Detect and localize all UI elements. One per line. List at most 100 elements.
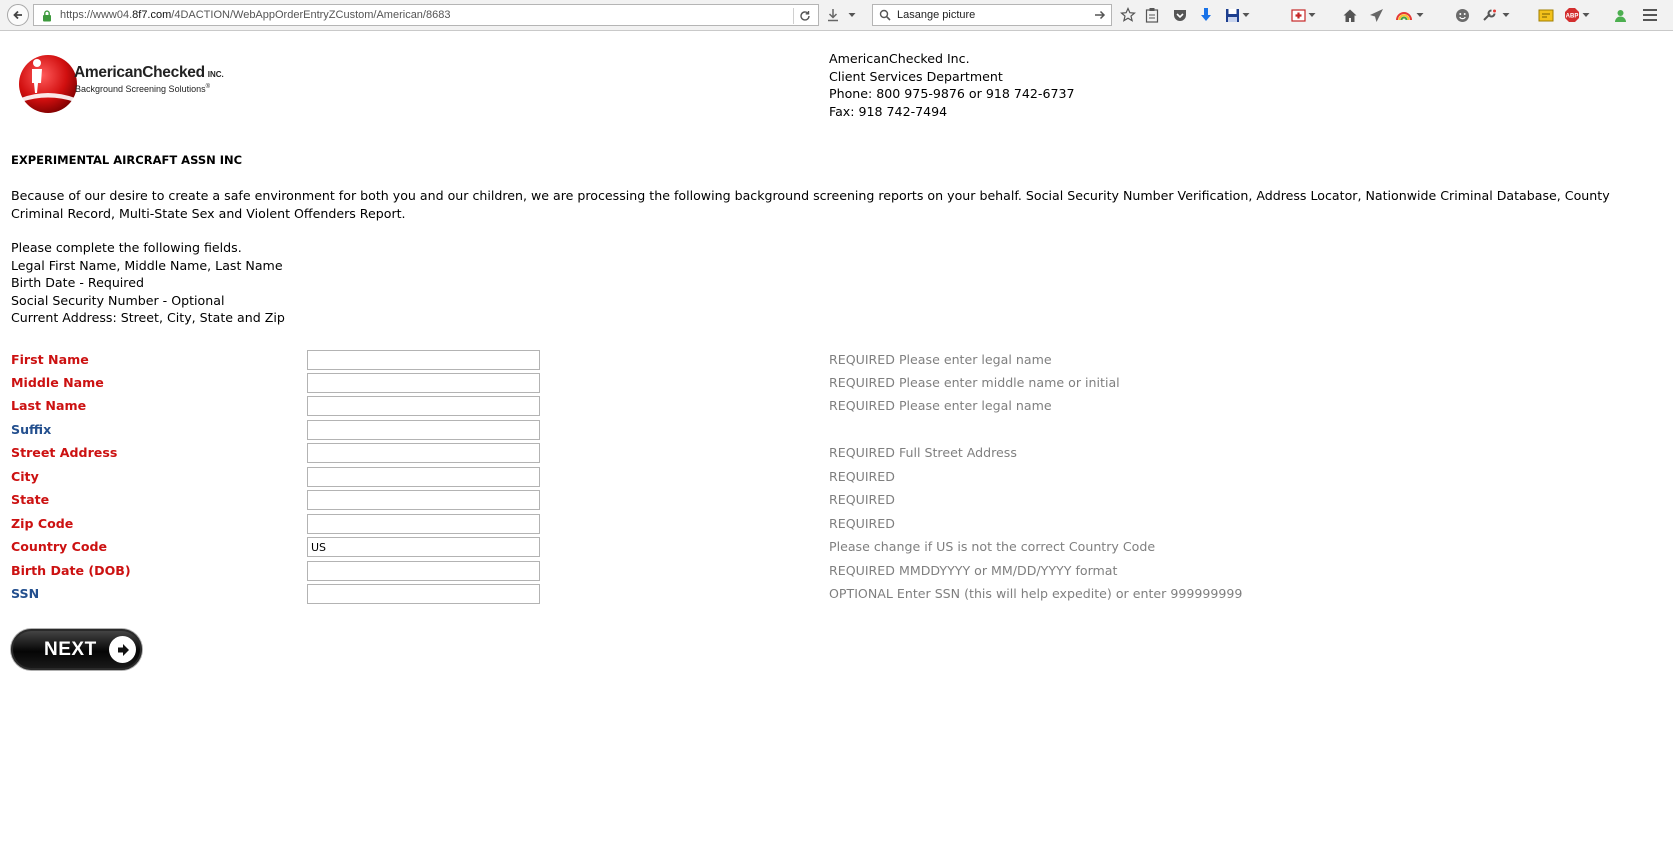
form-row-country-code: Country Code Please change if US is not …: [0, 537, 1673, 559]
form-row-street-address: Street Address REQUIRED Full Street Addr…: [0, 443, 1673, 465]
chevron-down-icon: [1582, 13, 1590, 17]
floppy-disk-icon: [1225, 8, 1239, 22]
form-row-birth-date: Birth Date (DOB) REQUIRED MMDDYYYY or MM…: [0, 561, 1673, 583]
suffix-input[interactable]: [307, 420, 540, 440]
logo-brand-text: AmericanChecked: [74, 64, 205, 81]
birth-date-hint: REQUIRED MMDDYYYY or MM/DD/YYYY format: [829, 563, 1118, 578]
middle-name-label: Middle Name: [11, 375, 104, 390]
ssn-input[interactable]: [307, 584, 540, 604]
first-name-input[interactable]: [307, 350, 540, 370]
last-name-input[interactable]: [307, 396, 540, 416]
form-row-last-name: Last Name REQUIRED Please enter legal na…: [0, 396, 1673, 418]
middle-name-hint: REQUIRED Please enter middle name or ini…: [829, 375, 1120, 390]
last-name-label: Last Name: [11, 398, 87, 413]
instruction-line: Legal First Name, Middle Name, Last Name: [11, 257, 283, 273]
chevron-down-icon: [1416, 13, 1424, 17]
rainbow-extension-dropdown[interactable]: [1414, 5, 1426, 25]
open-menu-button[interactable]: [1640, 5, 1660, 25]
bookmark-star-button[interactable]: [1118, 5, 1138, 25]
account-extension-button[interactable]: [1610, 5, 1630, 25]
next-button-label: NEXT: [44, 639, 97, 660]
next-button[interactable]: NEXT: [11, 629, 142, 670]
form-row-zip-code: Zip Code REQUIRED: [0, 514, 1673, 536]
city-label: City: [11, 469, 39, 484]
svg-text:ABP: ABP: [1566, 14, 1579, 20]
save-menu-dropdown[interactable]: [1240, 5, 1252, 25]
chevron-down-icon: [848, 13, 856, 17]
instruction-line: Please complete the following fields.: [11, 240, 242, 255]
form-row-middle-name: Middle Name REQUIRED Please enter middle…: [0, 373, 1673, 395]
form-row-state: State REQUIRED: [0, 490, 1673, 512]
ssn-label: SSN: [11, 586, 40, 601]
country-code-input[interactable]: [307, 537, 540, 557]
clipboard-icon: [1145, 8, 1159, 23]
reload-button[interactable]: [793, 8, 816, 24]
instruction-line: Current Address: Street, City, State and…: [11, 310, 285, 325]
instruction-line: Birth Date - Required: [11, 275, 144, 290]
url-text: https://www04.8f7.com/4DACTION/WebAppOrd…: [60, 9, 451, 21]
tools-extension-button[interactable]: [1480, 5, 1500, 25]
instruction-line: Social Security Number - Optional: [11, 292, 225, 308]
logo-brand-suffix: INC.: [207, 70, 224, 79]
search-input[interactable]: Lasange picture: [897, 9, 975, 21]
address-bar[interactable]: https://www04.8f7.com/4DACTION/WebAppOrd…: [33, 4, 819, 26]
paper-plane-icon: [1369, 8, 1383, 22]
street-address-input[interactable]: [307, 443, 540, 463]
middle-name-input[interactable]: [307, 373, 540, 393]
form-row-ssn: SSN OPTIONAL Enter SSN (this will help e…: [0, 584, 1673, 606]
adblock-button[interactable]: ABP: [1562, 5, 1582, 25]
adblock-dropdown[interactable]: [1580, 5, 1592, 25]
logo-tagline-mark: ®: [205, 84, 211, 90]
chat-button[interactable]: [1452, 5, 1472, 25]
city-input[interactable]: [307, 467, 540, 487]
history-dropdown-button[interactable]: [845, 5, 859, 25]
adblock-icon: ABP: [1565, 8, 1579, 22]
chevron-down-icon: [1502, 13, 1510, 17]
download-icon: [1201, 8, 1211, 21]
state-label: State: [11, 492, 50, 507]
pocket-button[interactable]: [1170, 5, 1190, 25]
search-go-arrow-icon[interactable]: [1093, 8, 1107, 22]
reading-list-button[interactable]: [1142, 5, 1162, 25]
first-aid-button[interactable]: [1288, 5, 1308, 25]
zip-code-hint: REQUIRED: [829, 516, 895, 531]
save-button[interactable]: [1222, 5, 1242, 25]
notes-extension-button[interactable]: [1536, 5, 1556, 25]
home-icon: [1343, 9, 1357, 22]
downloads-button[interactable]: [1196, 5, 1216, 25]
company-logo: AmericanChecked INC. Background Screening…: [18, 50, 224, 118]
zip-code-input[interactable]: [307, 514, 540, 534]
lock-icon: [43, 10, 51, 22]
rainbow-icon: [1396, 12, 1412, 21]
reload-icon: [800, 11, 810, 21]
company-name: AmericanChecked Inc.: [829, 51, 970, 66]
street-address-hint: REQUIRED Full Street Address: [829, 445, 1017, 460]
back-arrow-icon: [13, 10, 22, 20]
right-arrow-icon: [109, 636, 136, 663]
state-hint: REQUIRED: [829, 492, 895, 507]
back-button[interactable]: [7, 4, 29, 26]
state-input[interactable]: [307, 490, 540, 510]
wrench-icon: [1483, 9, 1496, 21]
pocket-icon: [1174, 10, 1186, 21]
download-history-button[interactable]: [823, 5, 843, 25]
birth-date-input[interactable]: [307, 561, 540, 581]
intro-paragraph: Because of our desire to create a safe e…: [11, 188, 1610, 221]
browser-toolbar: https://www04.8f7.com/4DACTION/WebAppOrd…: [0, 0, 1673, 31]
birth-date-label: Birth Date (DOB): [11, 563, 131, 578]
tools-extension-dropdown[interactable]: [1500, 5, 1512, 25]
rainbow-extension-button[interactable]: [1394, 5, 1414, 25]
company-contact-block: AmericanChecked Inc. Client Services Dep…: [829, 50, 1075, 120]
ssn-hint: OPTIONAL Enter SSN (this will help exped…: [829, 586, 1243, 601]
download-arrow-icon: [828, 9, 838, 22]
first-aid-dropdown[interactable]: [1306, 5, 1318, 25]
last-name-hint: REQUIRED Please enter legal name: [829, 398, 1052, 413]
send-button[interactable]: [1366, 5, 1386, 25]
search-bar[interactable]: Lasange picture: [872, 4, 1112, 26]
suffix-label: Suffix: [11, 422, 52, 437]
user-icon: [1614, 9, 1626, 22]
company-phone: Phone: 800 975-9876 or 918 742-6737: [829, 86, 1075, 101]
home-button[interactable]: [1340, 5, 1360, 25]
country-code-hint: Please change if US is not the correct C…: [829, 539, 1156, 554]
note-icon: [1538, 9, 1554, 21]
